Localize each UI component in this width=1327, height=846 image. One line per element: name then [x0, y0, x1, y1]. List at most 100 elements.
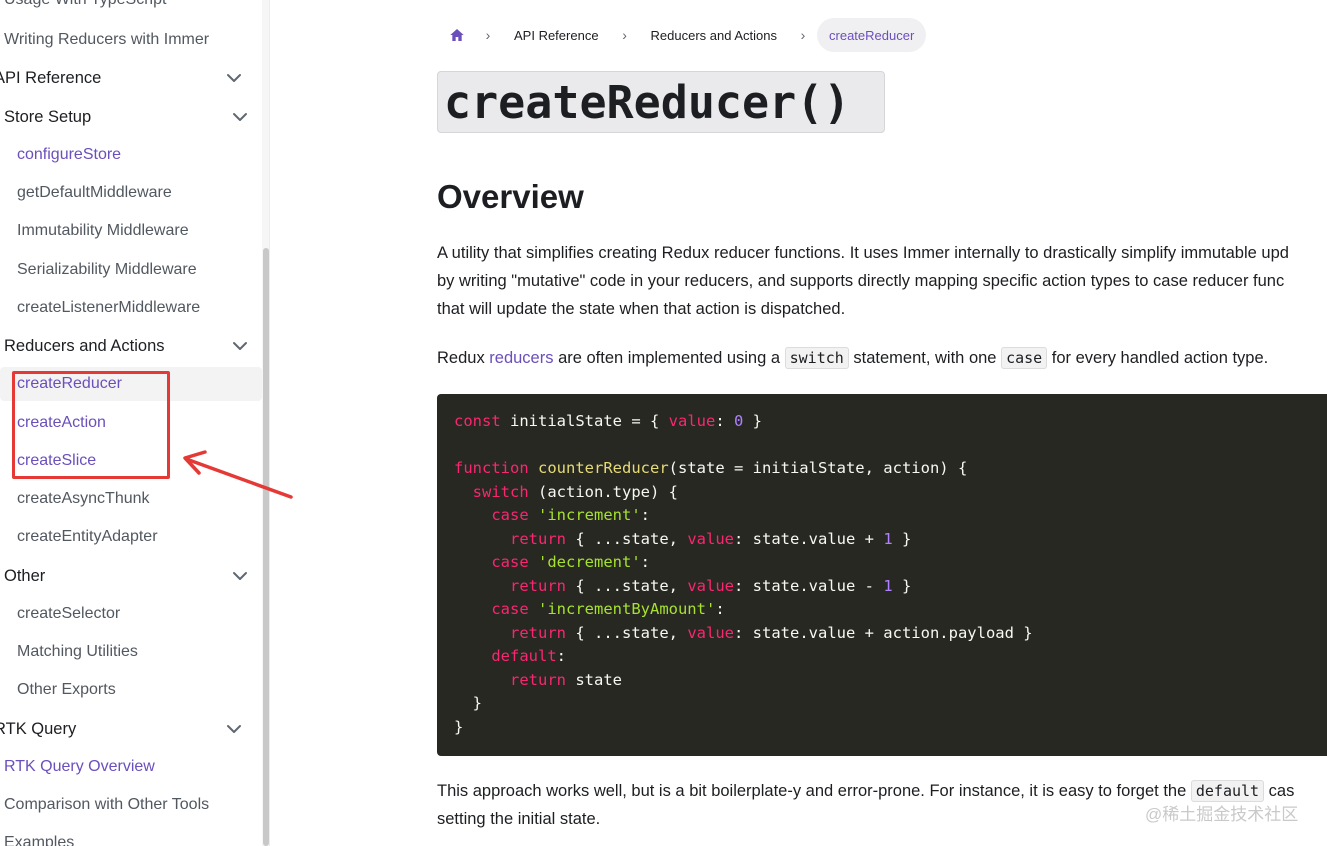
chevron-down-icon[interactable]	[226, 70, 242, 86]
section-heading-overview: Overview	[437, 178, 584, 215]
sidebar-category-reducers-and-actions[interactable]: Reducers and Actions	[0, 329, 262, 363]
code-token: (state = initialState, action) {	[668, 459, 968, 477]
sidebar-item-configurestore[interactable]: configureStore	[0, 138, 262, 172]
sidebar-item-immutability-middleware[interactable]: Immutability Middleware	[0, 214, 262, 248]
inline-code: case	[1001, 347, 1048, 369]
page-title: createReducer()	[437, 71, 885, 133]
sidebar-item-label: Other Exports	[17, 681, 116, 698]
code-token: :	[715, 600, 725, 618]
sidebar-item-rtk-query-overview[interactable]: RTK Query Overview	[0, 750, 262, 784]
sidebar-item-createselector[interactable]: createSelector	[0, 597, 262, 631]
breadcrumb: › API Reference › Reducers and Actions ›…	[440, 18, 927, 52]
sidebar-item-label: Other	[4, 566, 46, 585]
sidebar-category-store-setup[interactable]: Store Setup	[0, 100, 262, 134]
sidebar-item-label: Writing Reducers with Immer	[4, 31, 210, 48]
sidebar-item-comparison-with-other-tools[interactable]: Comparison with Other Tools	[0, 788, 262, 822]
code-token: counterReducer	[538, 459, 669, 477]
watermark: @稀土掘金技术社区	[1145, 805, 1299, 824]
sidebar-item-matching-utilities[interactable]: Matching Utilities	[0, 635, 262, 669]
code-token: }	[454, 717, 464, 736]
sidebar-item-label: Reducers and Actions	[4, 336, 165, 355]
breadcrumb-chevron-icon: ›	[485, 27, 491, 43]
sidebar-item-usage-with-typescript[interactable]: Usage With TypeScript	[0, 0, 262, 17]
chevron-down-icon[interactable]	[226, 721, 242, 737]
code-token: }	[472, 694, 483, 712]
sidebar-item-examples[interactable]: Examples	[0, 826, 262, 846]
sidebar-item-createlistenermiddleware[interactable]: createListenerMiddleware	[0, 291, 262, 325]
sidebar-item-label: Matching Utilities	[17, 643, 138, 660]
chevron-down-icon[interactable]	[232, 568, 248, 584]
code-block: const initialState = { value: 0 } functi…	[437, 394, 1327, 756]
code-token: :	[640, 506, 650, 524]
chevron-down-icon[interactable]	[232, 109, 248, 125]
annotation-arrow-icon	[183, 450, 293, 499]
paragraph-intro: A utility that simplifies creating Redux…	[437, 239, 1289, 323]
code-token: :	[640, 553, 650, 571]
code-token: 0	[734, 412, 744, 430]
text: Redux	[437, 349, 490, 367]
sidebar-item-label: Serializability Middleware	[17, 261, 197, 278]
code-token: { ...state,	[566, 529, 688, 548]
code-token: 1	[883, 576, 893, 595]
sidebar-item-label: createAsyncThunk	[17, 490, 150, 507]
text: statement, with one	[848, 349, 1002, 367]
sidebar-category-rtk-query[interactable]: RTK Query	[0, 712, 256, 746]
code-token: return	[510, 529, 566, 548]
code-token: { ...state,	[566, 576, 688, 595]
sidebar-item-label: RTK Query	[0, 719, 77, 738]
sidebar-item-label: Store Setup	[4, 107, 92, 126]
text: This approach works well, but is a bit b…	[437, 782, 1191, 800]
breadcrumb-item-current: createReducer	[817, 18, 927, 52]
code-token: value	[687, 529, 734, 548]
sidebar-item-createentityadapter[interactable]: createEntityAdapter	[0, 520, 262, 554]
sidebar-item-label: RTK Query Overview	[4, 758, 155, 775]
code-token: : state.value + action.payload }	[734, 623, 1033, 642]
annotation-highlight-box	[12, 371, 170, 479]
sidebar-item-label: createSelector	[17, 605, 121, 622]
code-token: }	[892, 576, 912, 595]
inline-code: default	[1190, 780, 1265, 802]
paragraph-line: A utility that simplifies creating Redux…	[437, 244, 1289, 262]
chevron-down-icon[interactable]	[232, 338, 248, 354]
sidebar-item-label: createEntityAdapter	[17, 528, 158, 545]
code-token: return	[510, 576, 566, 595]
code-token: return	[510, 623, 566, 642]
sidebar-scrollbar-thumb[interactable]	[263, 248, 269, 846]
code-token: function	[454, 459, 529, 477]
code-token: state	[566, 670, 622, 689]
code-token: return	[510, 670, 566, 689]
breadcrumb-chevron-icon: ›	[622, 27, 627, 43]
code-token: }	[743, 412, 763, 430]
code-token: const	[454, 412, 501, 430]
breadcrumb-chevron-icon: ›	[800, 27, 806, 43]
sidebar-item-label: getDefaultMiddleware	[17, 184, 172, 201]
inline-code: switch	[784, 347, 849, 369]
code-token: case	[491, 506, 529, 524]
sidebar-item-label: configureStore	[17, 146, 122, 163]
code-token: 'increment'	[538, 506, 641, 524]
breadcrumb-item-api-reference[interactable]: API Reference	[502, 18, 611, 52]
sidebar-item-writing-reducers-with-immer[interactable]: Writing Reducers with Immer	[0, 23, 262, 57]
reducers-link[interactable]: reducers	[489, 349, 553, 367]
sidebar-category-api-reference[interactable]: API Reference	[0, 61, 256, 95]
sidebar-item-serializability-middleware[interactable]: Serializability Middleware	[0, 253, 262, 287]
sidebar-item-label: API Reference	[0, 68, 102, 87]
home-icon[interactable]	[440, 18, 474, 52]
code-token: : state.value -	[734, 576, 884, 595]
code-token: :	[715, 412, 734, 430]
sidebar-item-getdefaultmiddleware[interactable]: getDefaultMiddleware	[0, 176, 262, 210]
code-token: 'incrementByAmount'	[538, 600, 716, 618]
code-token: value	[668, 412, 716, 430]
code-token: case	[491, 600, 529, 618]
sidebar-category-other[interactable]: Other	[0, 559, 262, 593]
sidebar-item-other-exports[interactable]: Other Exports	[0, 673, 262, 707]
code-token: { ...state,	[566, 623, 688, 642]
paragraph-line: by writing "mutative" code in your reduc…	[437, 272, 1285, 290]
breadcrumb-item-reducers-and-actions[interactable]: Reducers and Actions	[639, 18, 789, 52]
paragraph-line: that will update the state when that act…	[437, 300, 846, 318]
code-token: value	[687, 576, 734, 595]
sidebar-item-label: Comparison with Other Tools	[4, 796, 210, 813]
code-token: (action.type) {	[528, 482, 678, 501]
text: cas	[1264, 782, 1295, 800]
code-token: switch	[472, 482, 529, 501]
